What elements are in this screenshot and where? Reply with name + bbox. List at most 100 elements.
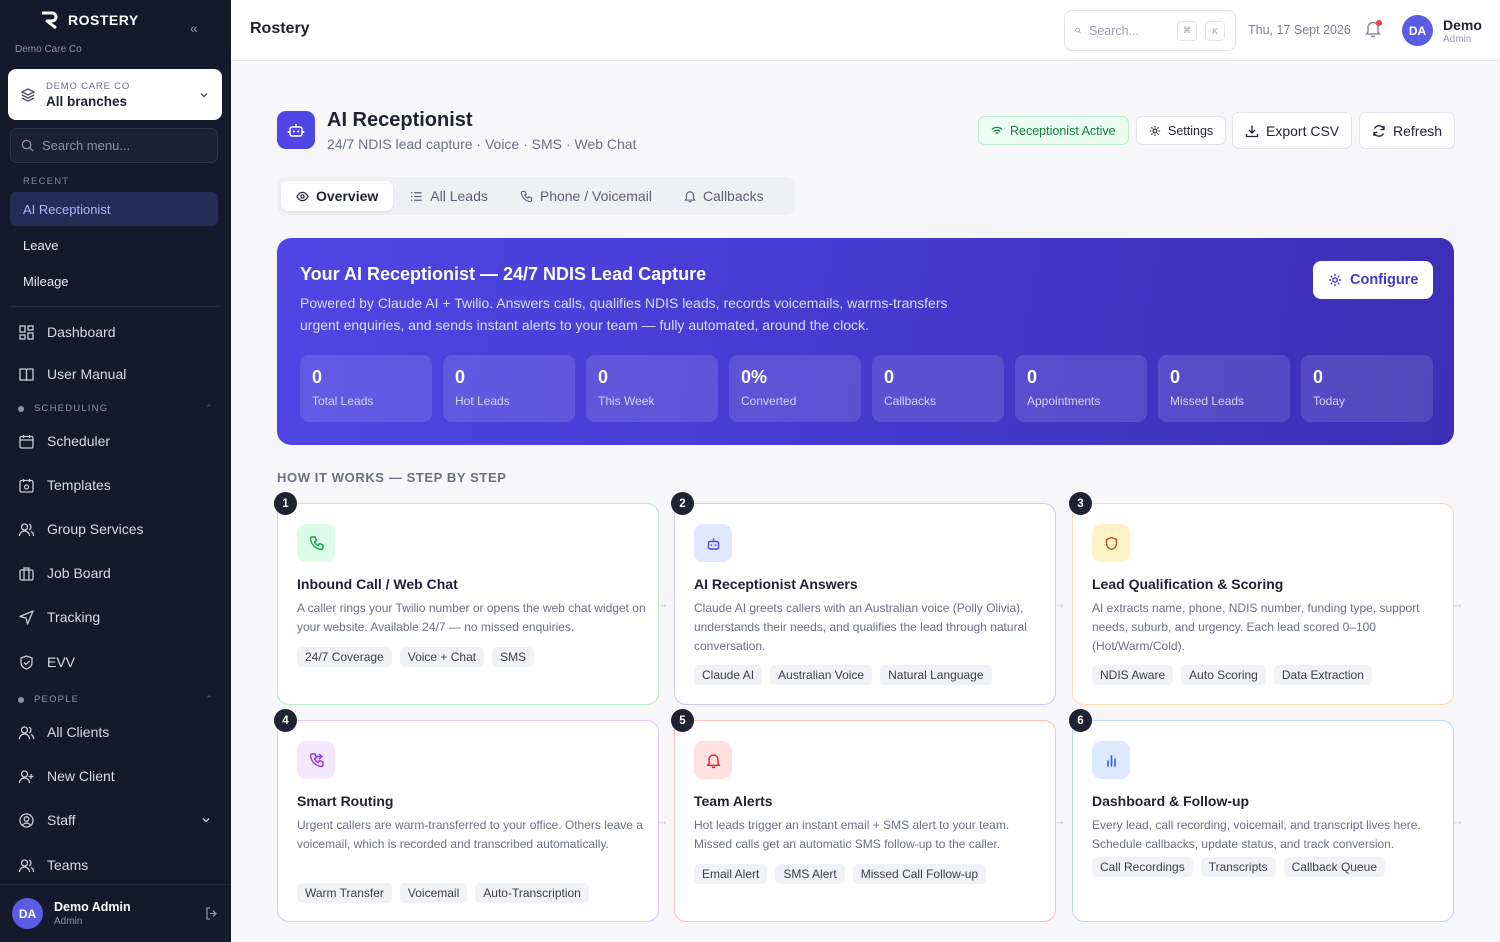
settings-button[interactable]: Settings xyxy=(1136,116,1227,145)
tab-all-leads[interactable]: All Leads xyxy=(395,181,503,211)
sidebar-search-input[interactable] xyxy=(42,138,202,153)
stat-value: 0 xyxy=(598,367,609,387)
nav-user-manual[interactable]: User Manual xyxy=(18,359,218,389)
chevron-down-icon xyxy=(202,818,210,823)
users-icon xyxy=(18,725,35,739)
stat-tile: 0 Total Leads xyxy=(300,355,432,422)
step-title: AI Receptionist Answers xyxy=(694,576,858,592)
nav-scheduler[interactable]: Scheduler xyxy=(18,426,218,456)
bell-icon xyxy=(705,753,721,768)
feature-tag: SMS Alert xyxy=(775,864,845,884)
stat-label: Hot Leads xyxy=(455,394,510,408)
phone-forward-icon xyxy=(309,752,324,767)
feature-tag: Callback Queue xyxy=(1283,857,1385,877)
refresh-icon xyxy=(1373,124,1385,137)
receptionist-status-badge[interactable]: Receptionist Active xyxy=(978,116,1129,145)
recent-item-leave[interactable]: Leave xyxy=(10,228,218,262)
tab-callbacks[interactable]: Callbacks xyxy=(669,181,779,211)
user-menu[interactable]: DA Demo Admin xyxy=(1402,15,1482,46)
step-title: Lead Qualification & Scoring xyxy=(1092,576,1284,592)
nav-staff[interactable]: Staff xyxy=(18,805,218,835)
search-icon xyxy=(1075,27,1081,34)
nav-teams[interactable]: Teams xyxy=(18,850,218,880)
brand[interactable]: ROSTERY xyxy=(40,11,139,29)
stat-label: Missed Leads xyxy=(1170,394,1245,408)
global-search-input[interactable] xyxy=(1089,23,1169,38)
nav-evv[interactable]: EVV xyxy=(18,647,218,677)
export-label: Export CSV xyxy=(1266,122,1340,139)
current-date: Thu, 17 Sept 2026 xyxy=(1248,23,1351,37)
feature-tag: NDIS Aware xyxy=(1092,665,1174,685)
step-number: 2 xyxy=(671,492,694,515)
stat-value: 0% xyxy=(741,367,768,387)
avatar[interactable]: DA xyxy=(12,898,43,929)
feature-tag: Call Recordings xyxy=(1092,857,1193,877)
configure-button[interactable]: Configure xyxy=(1313,261,1434,299)
nav-tracking[interactable]: Tracking xyxy=(18,602,218,632)
step-tags: NDIS Aware Auto Scoring Data Extraction xyxy=(1092,665,1372,685)
step-number: 6 xyxy=(1069,709,1092,732)
feature-tag: Auto-Transcription xyxy=(475,883,589,903)
nav-label: Templates xyxy=(47,477,111,493)
collapse-sidebar-icon[interactable]: « xyxy=(190,20,198,36)
nav-label: All Clients xyxy=(47,724,110,740)
global-search[interactable]: ⌘ K xyxy=(1064,10,1236,51)
step-card: AI Receptionist Answers Claude AI greets… xyxy=(674,503,1056,705)
dashboard-icon xyxy=(19,324,34,340)
recent-item-ai-receptionist[interactable]: AI Receptionist xyxy=(10,192,218,226)
hero-title: Your AI Receptionist — 24/7 NDIS Lead Ca… xyxy=(300,264,707,284)
arrow-right-icon: → xyxy=(1451,813,1464,828)
group-scheduling[interactable]: SCHEDULING ⌃ xyxy=(18,403,214,414)
sidebar-user: DA Demo Admin Admin xyxy=(0,884,231,942)
nav-dashboard[interactable]: Dashboard xyxy=(18,317,218,347)
step-tags: Warm Transfer Voicemail Auto-Transcription xyxy=(297,883,589,903)
avatar: DA xyxy=(1402,15,1433,46)
group-people[interactable]: PEOPLE ⌃ xyxy=(18,694,214,705)
step-icon xyxy=(694,741,732,779)
gear-icon xyxy=(1149,125,1161,136)
export-csv-button[interactable]: Export CSV xyxy=(1232,112,1353,149)
feature-tag: Transcripts xyxy=(1200,857,1276,877)
notifications-button[interactable] xyxy=(1365,20,1382,43)
refresh-button[interactable]: Refresh xyxy=(1359,112,1456,149)
user-circle-icon xyxy=(19,812,34,828)
stat-label: Today xyxy=(1313,394,1346,408)
step-description: Hot leads trigger an instant email + SMS… xyxy=(694,818,1010,851)
org-name: Demo Care Co xyxy=(15,44,82,55)
recent-item-mileage[interactable]: Mileage xyxy=(10,264,218,298)
feature-tag: Claude AI xyxy=(694,665,763,685)
tab-overview[interactable]: Overview xyxy=(281,181,394,211)
group-dot xyxy=(18,696,24,703)
gear-icon xyxy=(1329,274,1341,286)
feature-tag: Australian Voice xyxy=(770,665,873,685)
list-icon xyxy=(411,191,422,201)
nav-label: User Manual xyxy=(47,366,127,382)
nav-job-board[interactable]: Job Board xyxy=(18,558,218,588)
nav-templates[interactable]: Templates xyxy=(18,470,218,500)
tab-label: Phone / Voicemail xyxy=(539,188,652,204)
tab-label: Overview xyxy=(316,188,379,204)
rostery-logo-icon xyxy=(42,11,58,29)
step-description: A caller rings your Twilio number or ope… xyxy=(297,601,646,634)
step-icon xyxy=(297,741,335,779)
sidebar-search[interactable] xyxy=(10,128,218,163)
calendar-icon xyxy=(19,434,34,449)
nav-all-clients[interactable]: All Clients xyxy=(18,717,218,747)
user-role: Admin xyxy=(54,916,83,927)
arrow-right-icon: → xyxy=(656,813,669,828)
arrow-right-icon: → xyxy=(1053,596,1066,611)
branch-selector[interactable]: DEMO CARE CO All branches xyxy=(8,69,222,120)
nav-new-client[interactable]: New Client xyxy=(18,761,218,791)
stat-value: 0 xyxy=(312,367,323,387)
stat-label: Total Leads xyxy=(312,394,374,408)
logout-icon[interactable] xyxy=(204,906,219,921)
feature-tag: Natural Language xyxy=(880,665,992,685)
step-number: 3 xyxy=(1069,492,1092,515)
stat-value: 0 xyxy=(884,367,895,387)
nav-group-services[interactable]: Group Services xyxy=(18,514,218,544)
user-plus-icon xyxy=(18,769,34,783)
search-icon xyxy=(21,139,34,152)
stat-tile: 0 Hot Leads xyxy=(443,355,575,422)
tab-phone-voicemail[interactable]: Phone / Voicemail xyxy=(505,181,667,211)
shield-icon xyxy=(1105,536,1117,550)
